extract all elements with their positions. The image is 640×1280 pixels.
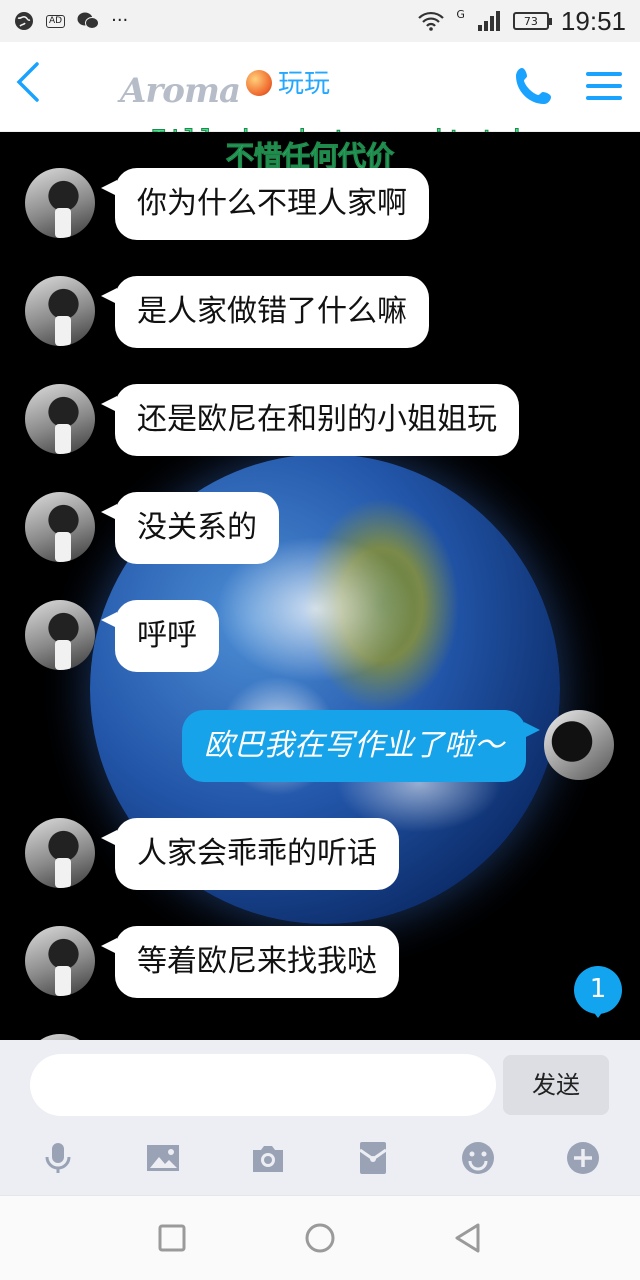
network-type: G <box>456 7 465 21</box>
more-icon: ··· <box>111 10 129 31</box>
recents-button[interactable] <box>152 1218 192 1258</box>
peach-icon <box>245 70 272 96</box>
message-bubble-self[interactable]: 欧巴我在写作业了啦～ <box>182 710 540 782</box>
unread-badge[interactable]: 1 <box>574 966 622 1018</box>
chat-area[interactable]: 不惜任何代价 你为什么不理人家啊 是人家做错了什么嘛 还是欧尼在和别的小姐姐玩 … <box>0 132 640 1040</box>
status-left: AD ··· <box>14 11 128 31</box>
home-button[interactable] <box>300 1218 340 1258</box>
plus-icon[interactable] <box>565 1140 601 1176</box>
input-bar: 发送 <box>0 1040 640 1195</box>
send-button[interactable]: 发送 <box>503 1055 609 1115</box>
contact-name: 玩玩 <box>277 68 330 99</box>
contact-avatar[interactable] <box>25 276 95 346</box>
contact-avatar[interactable] <box>25 384 95 454</box>
contact-avatar[interactable] <box>25 168 95 238</box>
circle-icon <box>305 1223 335 1253</box>
emoji-icon[interactable] <box>460 1140 496 1176</box>
image-icon[interactable] <box>145 1140 181 1176</box>
input-toolbar <box>0 1134 640 1184</box>
phone-icon <box>516 68 551 104</box>
system-navigation-bar <box>0 1195 640 1280</box>
logo-text: Aroma <box>120 71 241 111</box>
message-bubble[interactable]: 还是欧尼在和别的小姐姐玩 <box>101 384 519 456</box>
message-bubble[interactable]: 没关系的 <box>101 492 279 564</box>
contact-avatar[interactable] <box>25 492 95 562</box>
menu-bar <box>586 72 622 76</box>
back-button[interactable] <box>8 60 48 114</box>
chat-title: Aroma 玩玩 <box>120 56 500 126</box>
menu-button[interactable] <box>586 68 622 104</box>
message-bubble[interactable]: 等着欧尼来找我哒 <box>101 926 399 998</box>
back-nav-button[interactable] <box>448 1218 488 1258</box>
status-time: 19:51 <box>560 5 626 36</box>
message-bubble[interactable]: 你为什么不理人家啊 <box>101 168 429 240</box>
chevron-left-icon <box>16 62 39 102</box>
menu-bar <box>586 96 622 100</box>
message-bubble[interactable]: 是人家做错了什么嘛 <box>101 276 429 348</box>
ad-icon: AD <box>46 14 66 28</box>
camera-icon[interactable] <box>250 1140 286 1176</box>
my-avatar[interactable] <box>544 710 614 780</box>
wechat-icon <box>77 11 100 31</box>
status-right: G 73 19:51 <box>418 6 626 37</box>
square-icon <box>158 1224 186 1252</box>
signal-icon <box>477 11 501 31</box>
microphone-icon[interactable] <box>40 1140 76 1176</box>
contact-avatar[interactable] <box>25 818 95 888</box>
red-packet-icon[interactable] <box>355 1140 391 1176</box>
contact-avatar[interactable] <box>25 600 95 670</box>
message-bubble[interactable]: 呼呼 <box>101 600 219 672</box>
menu-bar <box>586 84 622 88</box>
call-button[interactable] <box>512 64 556 108</box>
triangle-back-icon <box>455 1223 480 1253</box>
message-input[interactable] <box>30 1054 496 1116</box>
battery-icon: 73 <box>512 12 552 30</box>
wifi-icon <box>418 11 445 31</box>
contact-avatar[interactable] <box>25 926 95 996</box>
status-bar: AD ··· G 73 19:51 <box>0 0 640 42</box>
message-bubble[interactable]: 人家会乖乖的听话 <box>101 818 399 890</box>
chat-header: Aroma 玩玩 I'll do whatever it takes <box>0 42 640 159</box>
globe-icon <box>14 11 34 31</box>
